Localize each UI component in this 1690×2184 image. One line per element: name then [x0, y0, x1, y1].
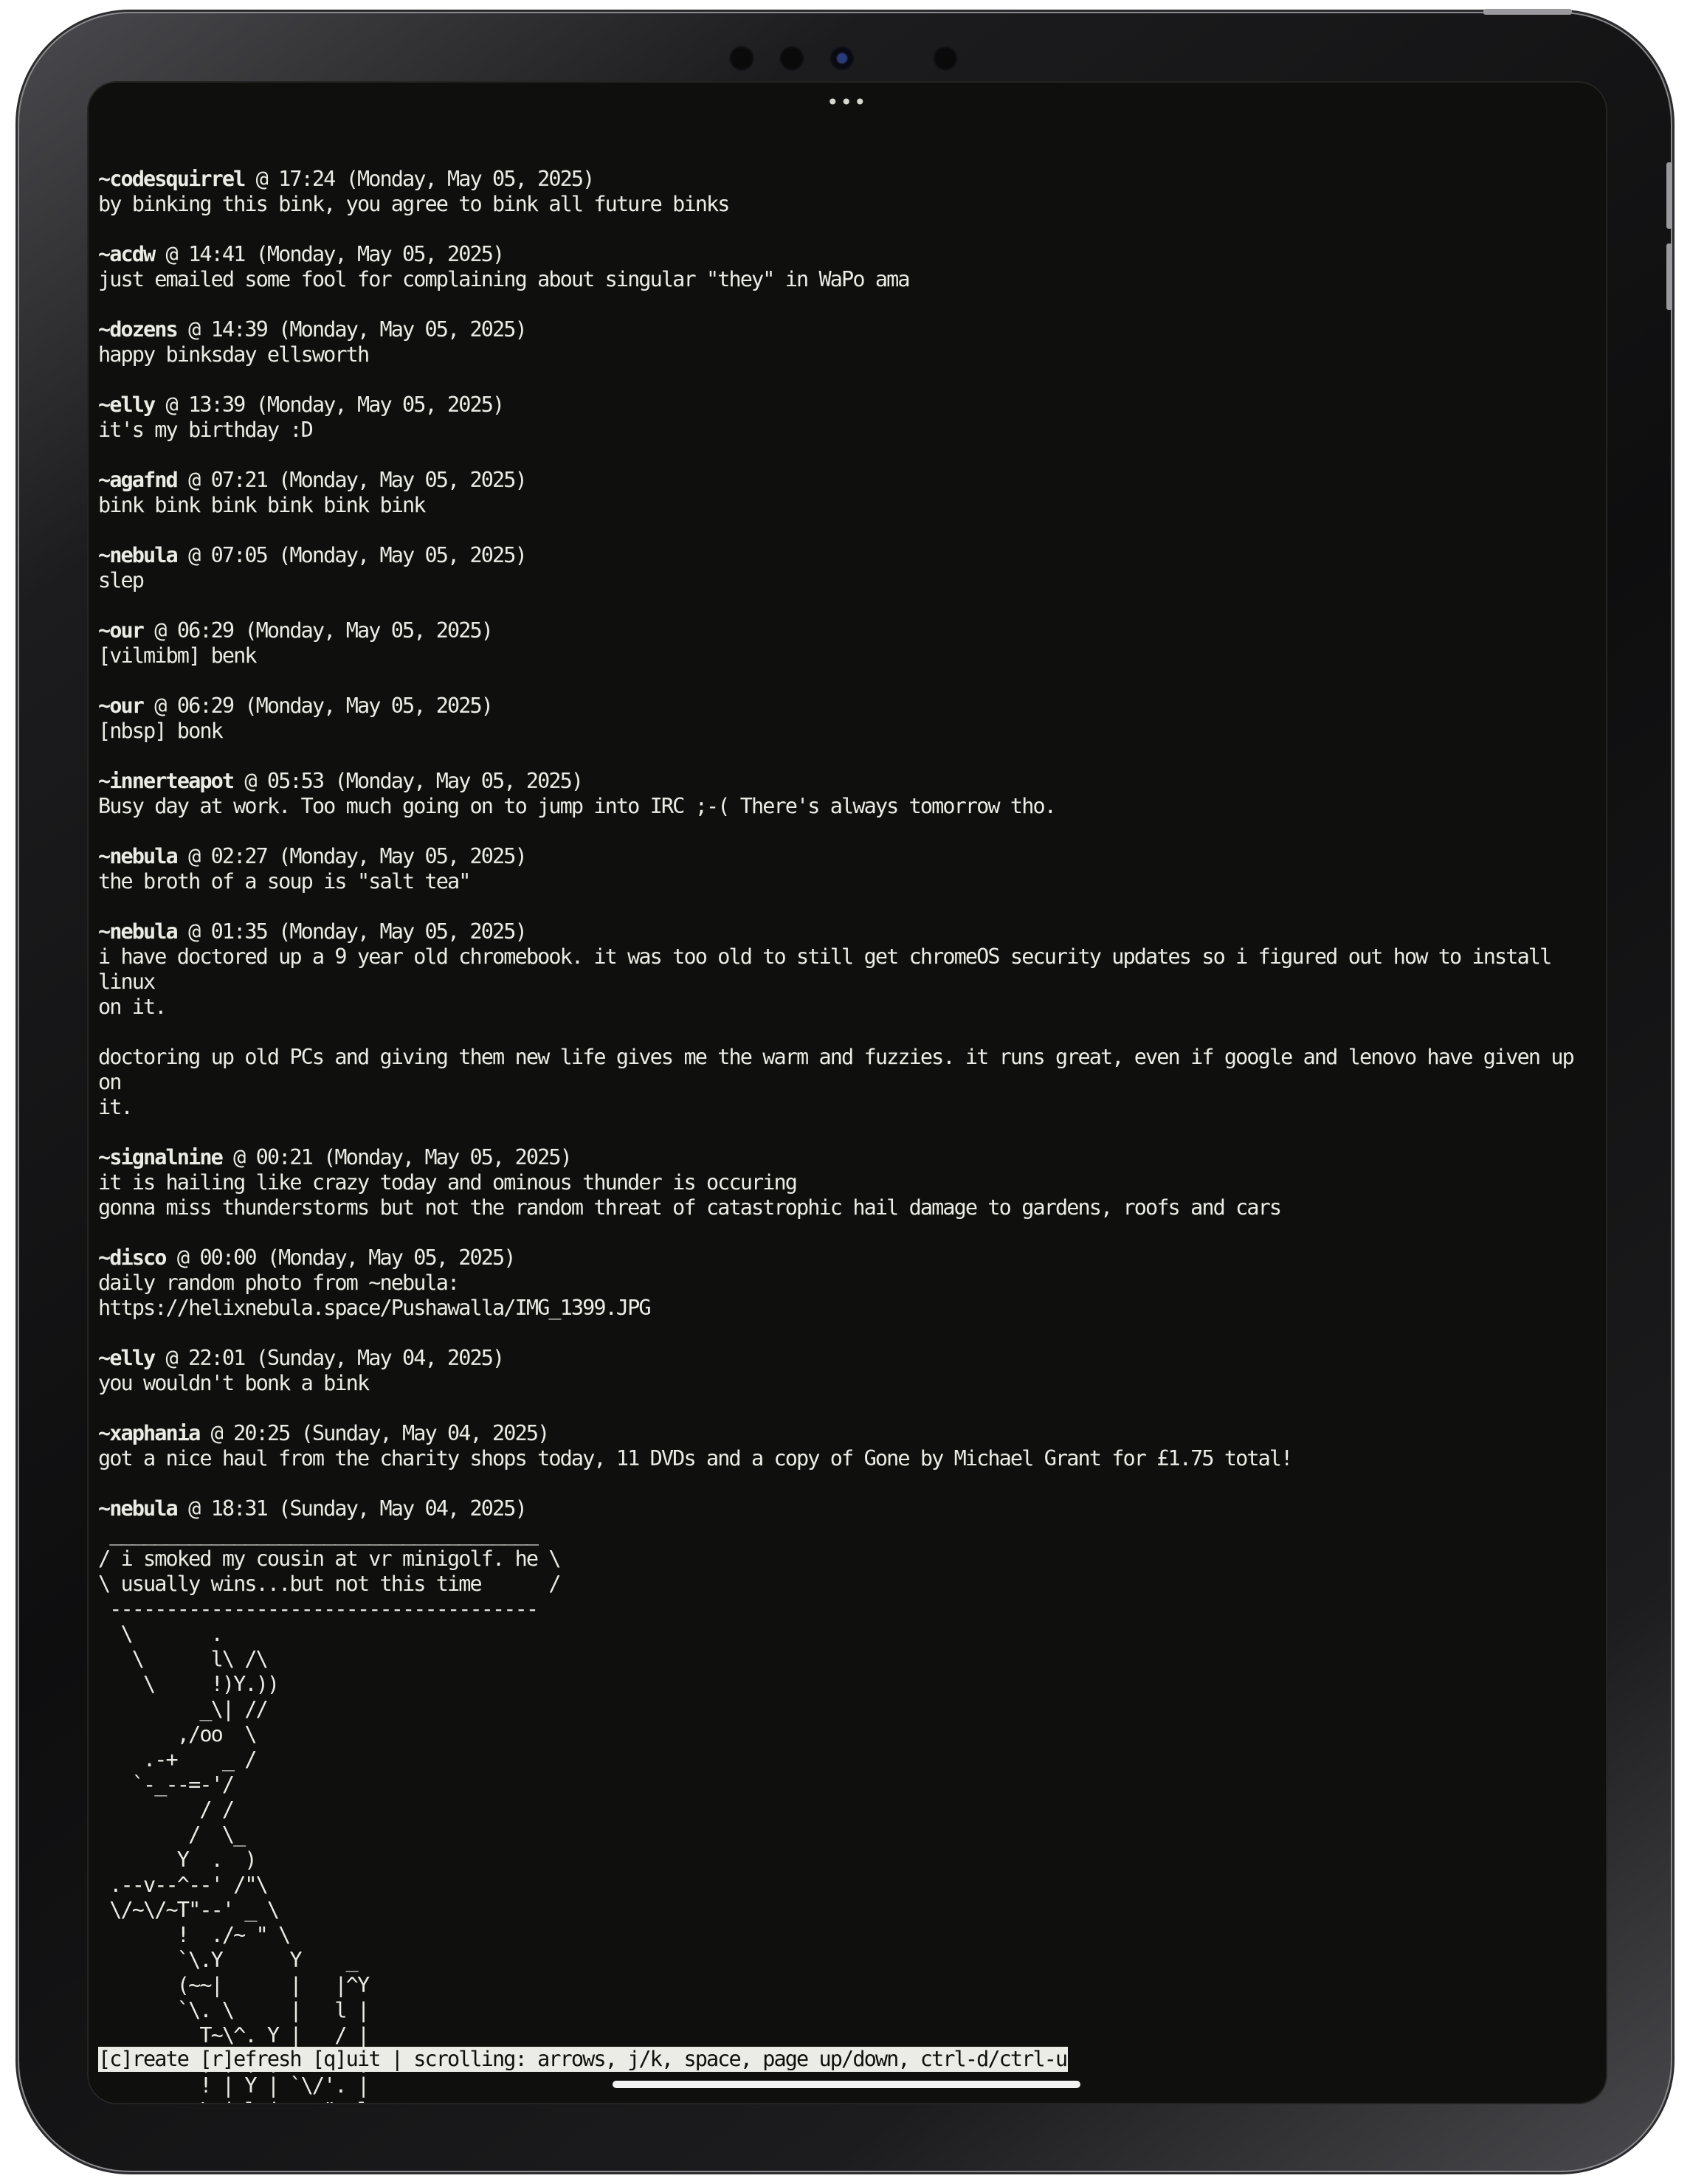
post-timestamp: @ 00:21 (Monday, May 05, 2025) — [221, 1145, 573, 1169]
post-username: ~codesquirrel — [98, 167, 246, 191]
post-username: ~elly — [98, 393, 156, 417]
sensor-icon — [933, 46, 958, 71]
feed-post: ~agafnd @ 07:21 (Monday, May 05, 2025) bi… — [98, 468, 1598, 518]
post-timestamp: @ 05:53 (Monday, May 05, 2025) — [233, 769, 584, 793]
post-timestamp: @ 07:05 (Monday, May 05, 2025) — [176, 543, 528, 567]
post-text: by binking this bink, you agree to bink … — [98, 192, 730, 216]
post-text: it is hailing like crazy today and omino… — [98, 1170, 798, 1195]
post-text: it's my birthday :D — [98, 418, 314, 442]
feed-post: ~elly @ 22:01 (Sunday, May 04, 2025) you … — [98, 1346, 1598, 1396]
feed-post: ~our @ 06:29 (Monday, May 05, 2025) [vilm… — [98, 618, 1598, 668]
post-header: ~codesquirrel @ 17:24 (Monday, May 05, 2… — [98, 167, 1598, 192]
feed-post: ~nebula @ 02:27 (Monday, May 05, 2025) th… — [98, 844, 1598, 894]
post-text: got a nice haul from the charity shops t… — [98, 1446, 1293, 1471]
post-header: ~elly @ 22:01 (Sunday, May 04, 2025) — [98, 1346, 1598, 1371]
post-text: https://helixnebula.space/Pushawalla/IMG… — [98, 1296, 652, 1320]
post-header: ~nebula @ 01:35 (Monday, May 05, 2025) — [98, 919, 1598, 944]
feed-post: ~nebula @ 01:35 (Monday, May 05, 2025) i … — [98, 919, 1598, 1120]
post-username: ~nebula — [98, 1496, 179, 1521]
volume-up-button — [1666, 162, 1672, 229]
post-text: bink bink bink bink bink bink — [98, 493, 426, 517]
feed-post: ~xaphania @ 20:25 (Sunday, May 04, 2025)… — [98, 1421, 1598, 1471]
post-username: ~nebula — [98, 543, 179, 567]
sensor-icon — [779, 46, 804, 71]
post-text: [vilmibm] benk — [98, 643, 258, 668]
status-bar: [c]reate [r]efresh [q]uit | scrolling: a… — [98, 2047, 1069, 2072]
post-timestamp: @ 20:25 (Sunday, May 04, 2025) — [199, 1421, 551, 1445]
sensor-icon — [729, 46, 754, 71]
post-header: ~dozens @ 14:39 (Monday, May 05, 2025) — [98, 317, 1598, 342]
feed-post: ~signalnine @ 00:21 (Monday, May 05, 202… — [98, 1145, 1598, 1220]
post-timestamp: @ 06:29 (Monday, May 05, 2025) — [143, 694, 494, 718]
feed-post: ~nebula @ 07:05 (Monday, May 05, 2025) sl… — [98, 543, 1598, 593]
post-username: ~disco — [98, 1245, 167, 1270]
post-text: Busy day at work. Too much going on to j… — [98, 794, 1057, 818]
post-timestamp: @ 14:41 (Monday, May 05, 2025) — [154, 242, 506, 266]
post-username: ~acdw — [98, 242, 156, 266]
post-text: slep — [98, 568, 145, 592]
post-timestamp: @ 17:24 (Monday, May 05, 2025) — [244, 167, 596, 191]
post-header: ~nebula @ 07:05 (Monday, May 05, 2025) — [98, 543, 1598, 568]
feed-post: ~dozens @ 14:39 (Monday, May 05, 2025) ha… — [98, 317, 1598, 367]
post-text: daily random photo from ~nebula: — [98, 1271, 460, 1295]
post-username: ~nebula — [98, 919, 179, 944]
feed[interactable]: ~codesquirrel @ 17:24 (Monday, May 05, 2… — [98, 91, 1598, 2103]
volume-down-button — [1666, 243, 1672, 310]
post-username: ~elly — [98, 1346, 156, 1370]
camera-icon — [830, 46, 855, 71]
post-username: ~agafnd — [98, 468, 179, 492]
post-header: ~signalnine @ 00:21 (Monday, May 05, 202… — [98, 1145, 1598, 1170]
terminal-screen[interactable]: ••• ~codesquirrel @ 17:24 (Monday, May 0… — [87, 81, 1607, 2104]
post-username: ~signalnine — [98, 1145, 224, 1169]
post-username: ~our — [98, 694, 145, 718]
post-timestamp: @ 01:35 (Monday, May 05, 2025) — [176, 919, 528, 944]
ascii-art: ______________________________________ /… — [98, 1521, 562, 2103]
post-timestamp: @ 22:01 (Sunday, May 04, 2025) — [154, 1346, 506, 1370]
post-username: ~nebula — [98, 844, 179, 868]
post-timestamp: @ 13:39 (Monday, May 05, 2025) — [154, 393, 506, 417]
post-text: just emailed some fool for complaining a… — [98, 267, 911, 291]
post-header: ~acdw @ 14:41 (Monday, May 05, 2025) — [98, 242, 1598, 267]
feed-post: ~our @ 06:29 (Monday, May 05, 2025) [nbsp… — [98, 694, 1598, 744]
post-text: happy binksday ellsworth — [98, 342, 370, 367]
post-username: ~our — [98, 618, 145, 643]
post-header: ~agafnd @ 07:21 (Monday, May 05, 2025) — [98, 468, 1598, 493]
post-text: you wouldn't bonk a bink — [98, 1371, 370, 1395]
post-header: ~disco @ 00:00 (Monday, May 05, 2025) — [98, 1245, 1598, 1271]
feed-post: ~elly @ 13:39 (Monday, May 05, 2025) it's… — [98, 393, 1598, 443]
home-indicator[interactable] — [613, 2081, 1080, 2088]
feed-post: ~nebula @ 18:31 (Sunday, May 04, 2025) _… — [98, 1496, 1598, 2103]
post-text: [nbsp] bonk — [98, 719, 224, 743]
feed-post: ~acdw @ 14:41 (Monday, May 05, 2025) just… — [98, 242, 1598, 292]
post-header: ~innerteapot @ 05:53 (Monday, May 05, 20… — [98, 769, 1598, 794]
feed-post: ~codesquirrel @ 17:24 (Monday, May 05, 2… — [98, 167, 1598, 217]
post-header: ~nebula @ 18:31 (Sunday, May 04, 2025) — [98, 1496, 1598, 1521]
post-timestamp: @ 14:39 (Monday, May 05, 2025) — [176, 317, 528, 342]
post-timestamp: @ 06:29 (Monday, May 05, 2025) — [143, 618, 494, 643]
post-header: ~xaphania @ 20:25 (Sunday, May 04, 2025) — [98, 1421, 1598, 1446]
post-header: ~our @ 06:29 (Monday, May 05, 2025) — [98, 694, 1598, 719]
power-button — [1483, 9, 1572, 15]
post-timestamp: @ 02:27 (Monday, May 05, 2025) — [176, 844, 528, 868]
post-header: ~nebula @ 02:27 (Monday, May 05, 2025) — [98, 844, 1598, 869]
post-timestamp: @ 07:21 (Monday, May 05, 2025) — [176, 468, 528, 492]
post-text: gonna miss thunderstorms but not the ran… — [98, 1195, 1282, 1220]
post-header: ~elly @ 13:39 (Monday, May 05, 2025) — [98, 393, 1598, 418]
feed-post: ~disco @ 00:00 (Monday, May 05, 2025) dai… — [98, 1245, 1598, 1321]
post-header: ~our @ 06:29 (Monday, May 05, 2025) — [98, 618, 1598, 643]
feed-post: ~innerteapot @ 05:53 (Monday, May 05, 20… — [98, 769, 1598, 819]
post-timestamp: @ 18:31 (Sunday, May 04, 2025) — [176, 1496, 528, 1521]
post-username: ~dozens — [98, 317, 179, 342]
post-text: i have doctored up a 9 year old chromebo… — [98, 944, 1575, 1119]
post-username: ~innerteapot — [98, 769, 235, 793]
post-text: the broth of a soup is "salt tea" — [98, 869, 471, 894]
post-username: ~xaphania — [98, 1421, 201, 1445]
post-timestamp: @ 00:00 (Monday, May 05, 2025) — [165, 1245, 517, 1270]
